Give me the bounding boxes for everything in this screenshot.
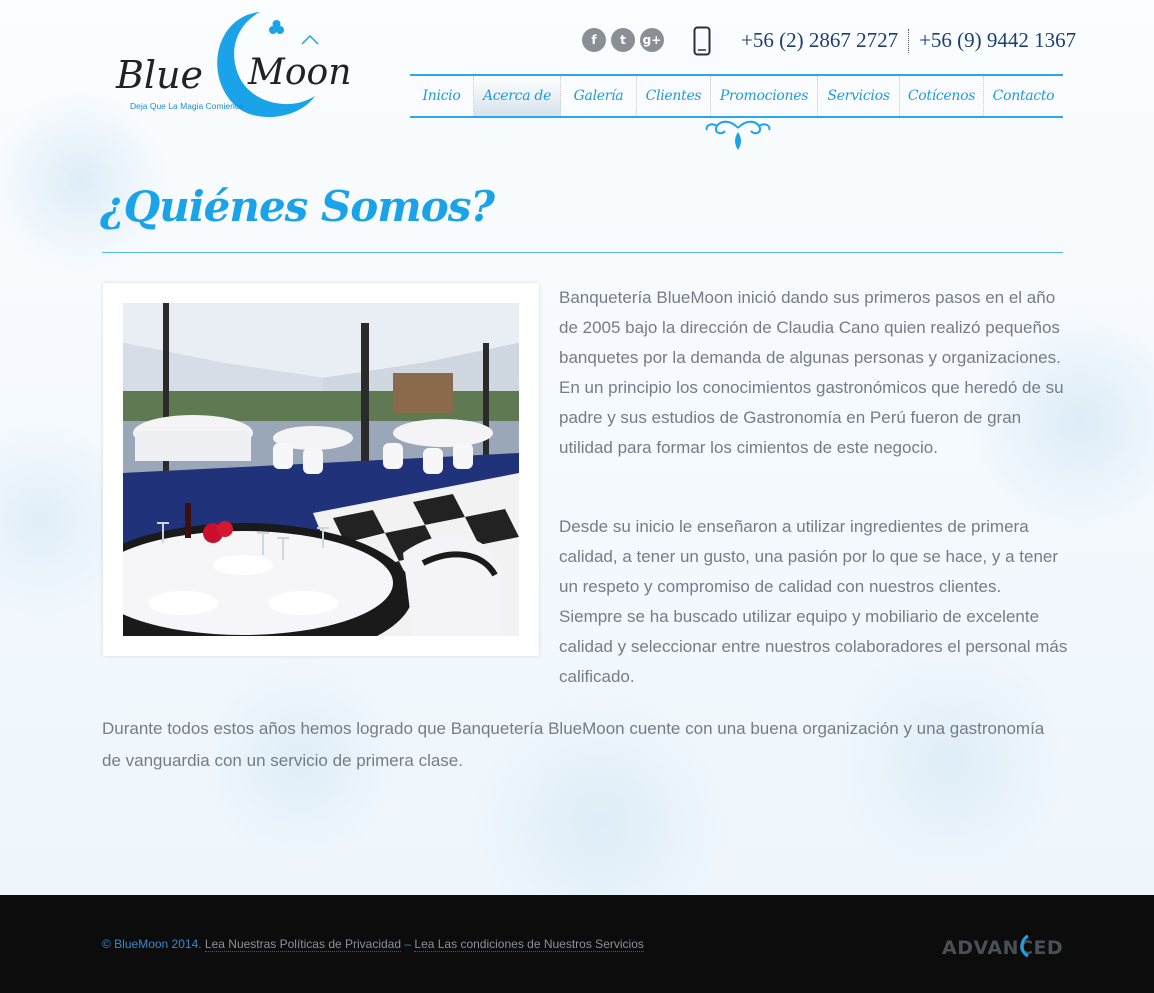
logo-word-blue: Blue bbox=[115, 53, 203, 97]
privacy-policy-link[interactable]: Lea Nuestras Políticas de Privacidad bbox=[204, 937, 402, 952]
nav-item-inicio[interactable]: Inicio bbox=[410, 76, 474, 116]
quality-paragraph: Desde su inicio le enseñaron a utilizar … bbox=[559, 517, 1068, 686]
twitter-icon[interactable]: t bbox=[611, 28, 635, 52]
terms-of-service-link[interactable]: Lea Las condiciones de Nuestros Servicio… bbox=[414, 937, 644, 952]
logo-word-moon: Moon bbox=[247, 52, 350, 93]
nav-ornament-icon bbox=[705, 120, 771, 150]
logo-tagline: Deja Que La Magia Comience bbox=[130, 101, 244, 111]
phone-mobile[interactable]: +56 (9) 9442 1367 bbox=[919, 28, 1076, 53]
phone-landline[interactable]: +56 (2) 2867 2727 bbox=[741, 28, 898, 53]
mobile-phone-icon bbox=[693, 26, 711, 56]
nav-item-acerca-de[interactable]: Acerca de bbox=[474, 76, 561, 116]
nav-item-galeria[interactable]: Galería bbox=[561, 76, 637, 116]
closing-paragraph: Durante todos estos años hemos logrado q… bbox=[102, 719, 1045, 770]
phone-separator bbox=[908, 28, 910, 53]
phone-numbers: +56 (2) 2867 2727 +56 (9) 9442 1367 bbox=[741, 28, 1076, 53]
nav-item-servicios[interactable]: Servicios bbox=[818, 76, 900, 116]
nav-item-promociones[interactable]: Promociones bbox=[711, 76, 818, 116]
copyright-text: © BlueMoon 2014. bbox=[102, 937, 202, 951]
main-nav: Inicio Acerca de Galería Clientes Promoc… bbox=[410, 74, 1063, 118]
title-divider bbox=[102, 252, 1063, 253]
footer-separator: – bbox=[404, 937, 412, 951]
site-logo[interactable]: Blue Moon Deja Que La Magia Comience bbox=[110, 8, 351, 120]
event-photo-frame bbox=[103, 283, 539, 656]
advanced-brand-logo[interactable]: ADVANCED bbox=[942, 932, 1064, 960]
bluemoon-logo-graphic: Blue Moon Deja Que La Magia Comience bbox=[115, 12, 351, 118]
banquet-tent-photo bbox=[123, 303, 519, 636]
social-links: f t g+ bbox=[582, 28, 664, 52]
footer-text: © BlueMoon 2014. Lea Nuestras Políticas … bbox=[102, 937, 644, 952]
page-title: ¿Quiénes Somos? bbox=[100, 182, 495, 231]
facebook-icon[interactable]: f bbox=[582, 28, 606, 52]
google-plus-icon[interactable]: g+ bbox=[640, 28, 664, 52]
nav-item-coticenos[interactable]: Cotícenos bbox=[900, 76, 984, 116]
brand-text: ADVANCED bbox=[942, 937, 1063, 959]
intro-paragraph: Banquetería BlueMoon inició dando sus pr… bbox=[559, 288, 1064, 457]
nav-item-clientes[interactable]: Clientes bbox=[637, 76, 711, 116]
nav-item-contacto[interactable]: Contacto bbox=[984, 76, 1063, 116]
